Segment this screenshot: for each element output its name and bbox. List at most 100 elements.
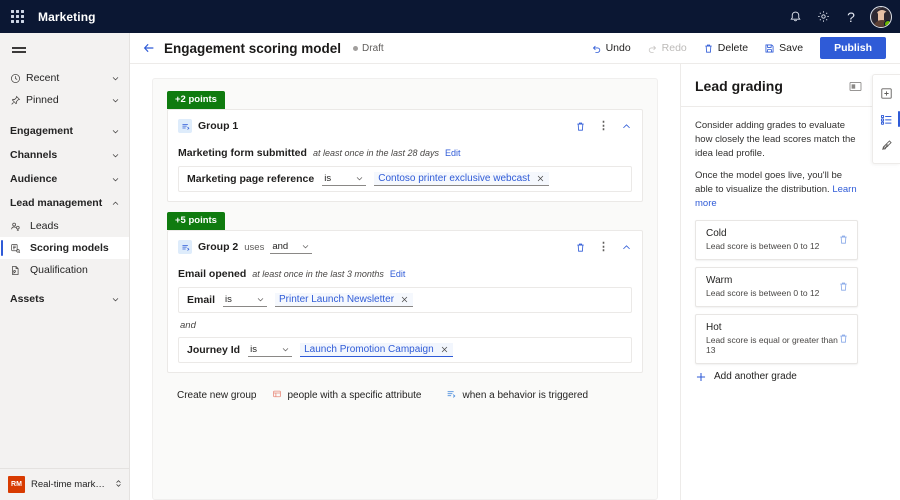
clear-value-icon[interactable] <box>400 295 409 304</box>
collapse-panel-icon[interactable] <box>849 81 862 92</box>
undo-button[interactable]: Undo <box>584 37 638 59</box>
condition-value-field[interactable]: Printer Launch Newsletter <box>275 293 414 307</box>
settings-gear-icon[interactable] <box>810 4 836 30</box>
notifications-icon[interactable] <box>782 4 808 30</box>
sidebar-group-label: Lead management <box>10 197 103 209</box>
group-name: Group 2 <box>198 241 239 253</box>
group-more-icon[interactable]: ⋮ <box>598 241 609 253</box>
back-arrow-icon[interactable] <box>142 41 162 55</box>
save-label: Save <box>779 42 804 54</box>
grade-delete-icon[interactable] <box>838 333 849 344</box>
grade-delete-icon[interactable] <box>838 234 849 245</box>
environment-switcher[interactable]: RM Real-time marketi... <box>0 468 129 500</box>
panel-body: Consider adding grades to evaluate how c… <box>681 107 872 383</box>
add-panel-icon[interactable] <box>874 80 900 106</box>
group-header: Group 1 ⋮ <box>178 117 632 135</box>
condition-value: Printer Launch Newsletter <box>279 294 395 305</box>
grade-card[interactable]: Cold Lead score is between 0 to 12 <box>695 219 858 260</box>
create-group-attribute-label: people with a specific attribute <box>287 390 422 401</box>
canvas-wrapper: +2 points Group 1 ⋮ Marketing form submi… <box>130 64 680 500</box>
panel-title: Lead grading <box>695 78 783 94</box>
chevron-down-icon <box>301 242 310 251</box>
sidebar-group-assets[interactable]: Assets <box>0 287 129 311</box>
chevron-down-icon[interactable] <box>109 74 121 83</box>
model-settings-icon[interactable] <box>874 132 900 158</box>
group-delete-icon[interactable] <box>575 121 586 132</box>
group-delete-icon[interactable] <box>575 242 586 253</box>
trigger-line: Marketing form submitted at least once i… <box>178 147 632 159</box>
scoring-group: +5 points Group 2 uses and ⋮ Email opene… <box>167 210 643 373</box>
sidebar-item-scoring-models[interactable]: Scoring models <box>0 237 129 259</box>
group-collapse-icon[interactable] <box>621 121 632 132</box>
condition-row: Journey Id is Launch Promotion Campaign <box>178 337 632 363</box>
command-bar-actions: Undo Redo Delete Save Publish <box>584 37 886 59</box>
help-question-icon[interactable]: ? <box>838 4 864 30</box>
save-button[interactable]: Save <box>757 37 810 59</box>
chevron-down-icon[interactable] <box>109 295 121 304</box>
trigger-edit-link[interactable]: Edit <box>390 269 406 279</box>
chevron-down-icon <box>281 345 290 354</box>
sidebar-item-leads[interactable]: Leads <box>0 215 129 237</box>
sidebar-group-engagement[interactable]: Engagement <box>0 119 129 143</box>
condition-operator-value: is <box>250 344 257 355</box>
grade-card[interactable]: Warm Lead score is between 0 to 12 <box>695 266 858 307</box>
group-actions: ⋮ <box>575 120 632 132</box>
sidebar-group-lead-management[interactable]: Lead management <box>0 191 129 215</box>
sidebar-scroll: Recent Pinned Engagement Channels Audien… <box>0 63 129 468</box>
sidebar-group-label: Engagement <box>10 125 74 137</box>
create-group-behavior-option[interactable]: when a behavior is triggered <box>446 389 588 402</box>
leads-icon <box>10 221 30 232</box>
condition-operator-select[interactable]: is <box>322 172 367 186</box>
sidebar-item-qualification[interactable]: Qualification <box>0 259 129 281</box>
delete-button[interactable]: Delete <box>696 37 755 59</box>
create-group-attribute-option[interactable]: people with a specific attribute <box>272 389 422 402</box>
group-more-icon[interactable]: ⋮ <box>598 120 609 132</box>
group-collapse-icon[interactable] <box>621 242 632 253</box>
chevron-down-icon[interactable] <box>109 96 121 105</box>
sidebar-item-pinned[interactable]: Pinned <box>0 89 129 111</box>
add-another-grade-button[interactable]: Add another grade <box>695 371 858 383</box>
publish-button[interactable]: Publish <box>820 37 886 59</box>
lead-grading-list-icon[interactable] <box>874 106 900 132</box>
presence-indicator <box>884 19 891 27</box>
clear-value-icon[interactable] <box>536 174 545 183</box>
chevron-up-icon[interactable] <box>109 199 121 208</box>
undo-icon <box>591 43 602 54</box>
sidebar-group-audience[interactable]: Audience <box>0 167 129 191</box>
grade-delete-icon[interactable] <box>838 281 849 292</box>
app-launcher-icon[interactable] <box>0 10 34 23</box>
panel-paragraph-2-text: Once the model goes live, you'll be able… <box>695 170 843 196</box>
create-new-group-row: Create new group people with a specific … <box>167 389 643 402</box>
clock-icon <box>10 73 26 84</box>
chevron-updown-icon[interactable] <box>114 479 123 490</box>
trigger-name: Marketing form submitted <box>178 147 307 159</box>
trigger-edit-link[interactable]: Edit <box>445 148 461 158</box>
chevron-down-icon[interactable] <box>109 175 121 184</box>
group-header: Group 2 uses and ⋮ <box>178 238 632 256</box>
chevron-down-icon[interactable] <box>109 151 121 160</box>
environment-name: Real-time marketi... <box>31 479 108 490</box>
condition-value-field[interactable]: Launch Promotion Campaign <box>300 343 453 357</box>
chevron-down-icon[interactable] <box>109 127 121 136</box>
suite-actions: ? <box>782 4 900 30</box>
redo-label: Redo <box>661 42 687 54</box>
sidebar-toggle-icon[interactable] <box>0 33 129 63</box>
user-avatar[interactable] <box>870 5 892 28</box>
sidebar-item-recent[interactable]: Recent <box>0 67 129 89</box>
redo-button[interactable]: Redo <box>640 37 694 59</box>
sidebar-group-channels[interactable]: Channels <box>0 143 129 167</box>
suite-app-title: Marketing <box>38 9 96 24</box>
condition-operator-select[interactable]: is <box>223 293 268 307</box>
undo-label: Undo <box>605 42 631 54</box>
group-name: Group 1 <box>198 120 239 132</box>
group-logic-select[interactable]: and <box>270 240 313 254</box>
condition-operator-select[interactable]: is <box>248 343 293 357</box>
clear-value-icon[interactable] <box>440 345 449 354</box>
grade-card[interactable]: Hot Lead score is equal or greater than … <box>695 313 858 364</box>
condition-value-field[interactable]: Contoso printer exclusive webcast <box>374 172 549 186</box>
panel-paragraph-2: Once the model goes live, you'll be able… <box>695 169 858 210</box>
grade-name: Cold <box>706 227 727 239</box>
condition-operator-value: is <box>225 294 232 305</box>
delete-label: Delete <box>717 42 749 54</box>
grade-description: Lead score is between 0 to 12 <box>706 240 820 251</box>
